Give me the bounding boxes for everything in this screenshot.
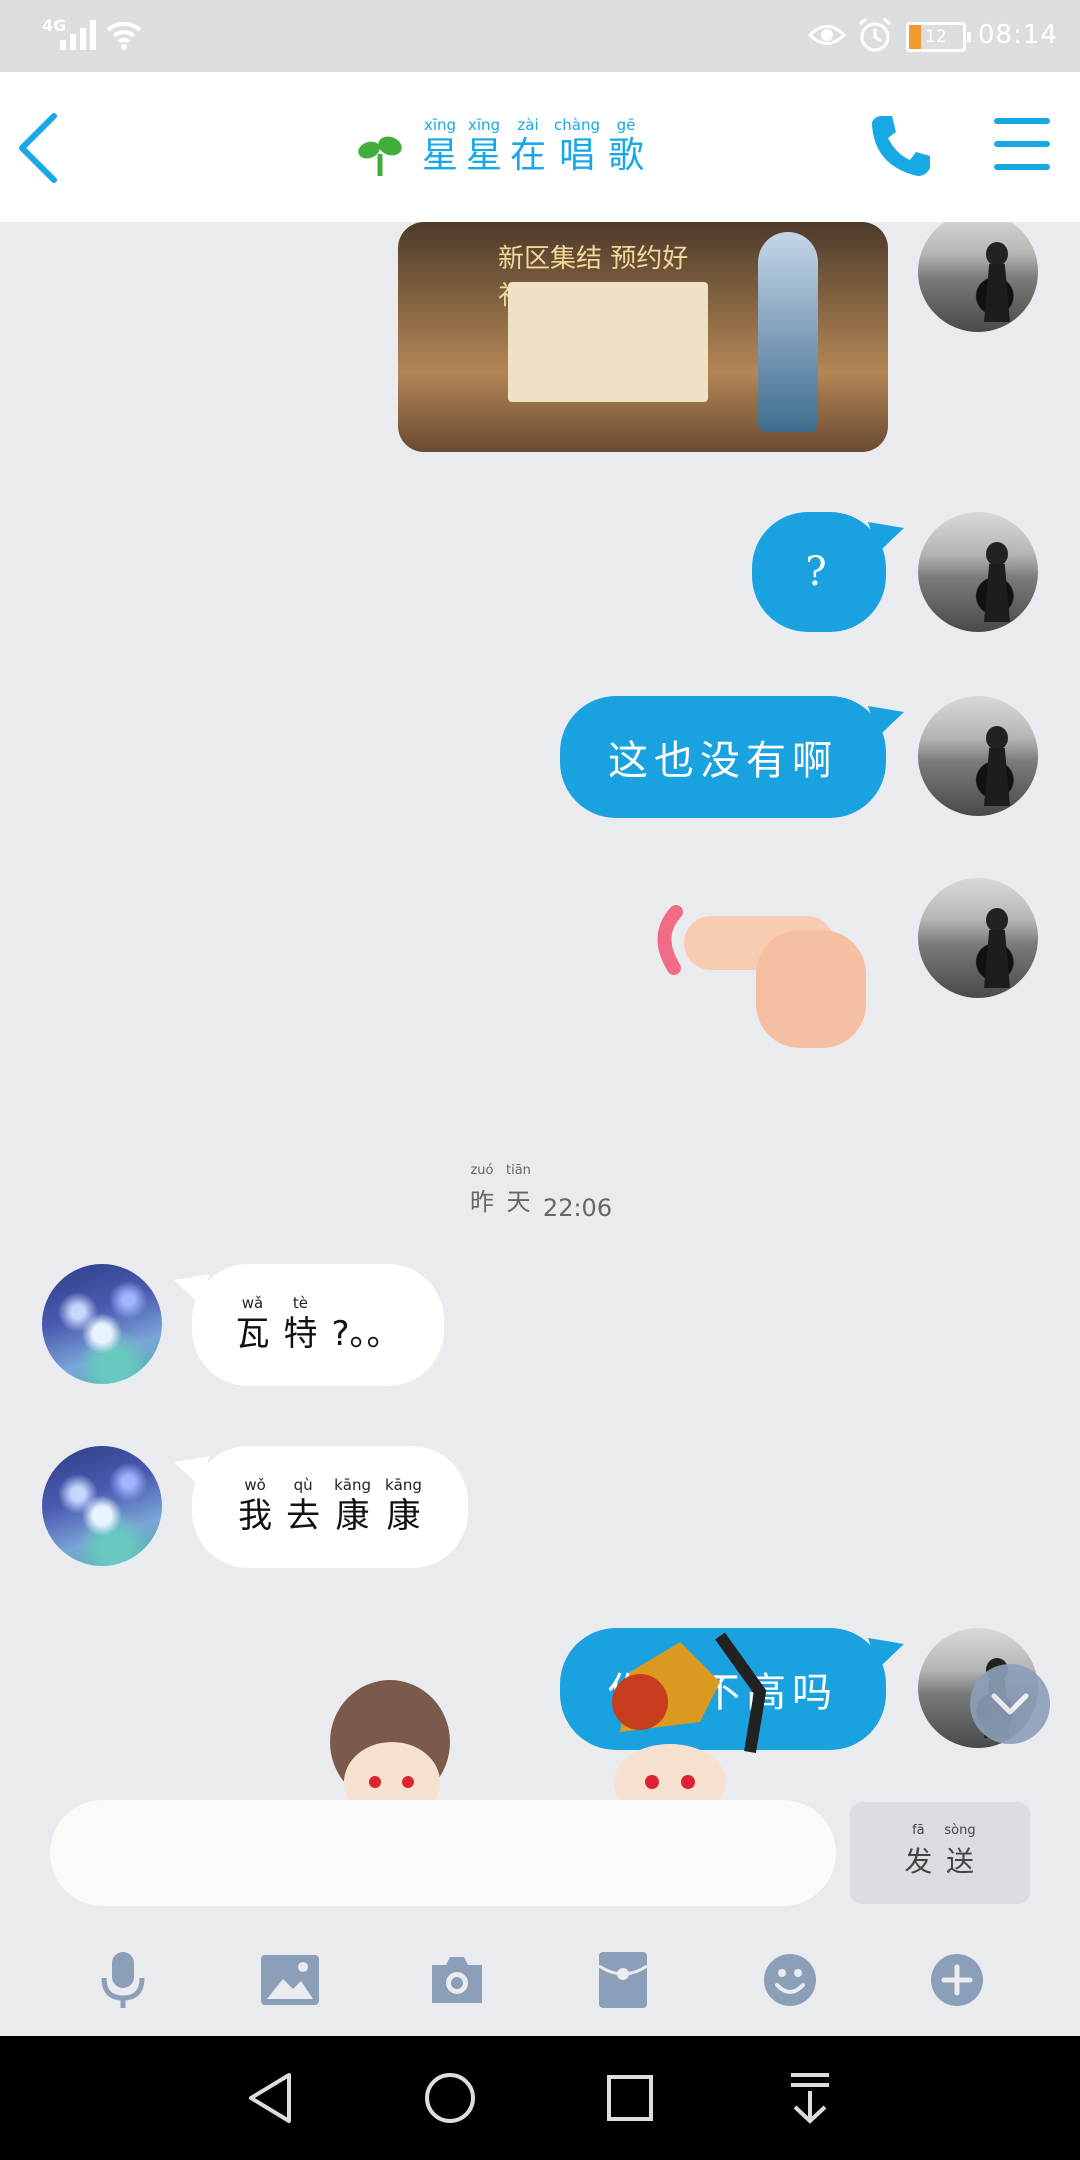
pointing-hand-sticker[interactable] [650, 900, 870, 1050]
message-input[interactable] [50, 1800, 836, 1906]
chevron-down-icon [991, 1693, 1029, 1715]
phone-icon[interactable] [866, 110, 936, 180]
eye-icon [808, 25, 846, 45]
menu-icon[interactable] [994, 118, 1050, 170]
message-bubble-out[interactable]: ? [752, 512, 886, 632]
camera-button[interactable] [427, 1950, 487, 2010]
battery-level: 12 [925, 27, 947, 47]
clock: 08:14 [978, 20, 1058, 50]
battery-icon: 12 [906, 22, 971, 52]
send-button[interactable]: fā 发 sòng 送 [850, 1802, 1030, 1904]
message-bubble-in[interactable]: wǎ 瓦 tè 特 ?。。 [192, 1264, 444, 1386]
message-text: ? [805, 549, 833, 595]
red-packet-button[interactable] [593, 1950, 653, 2010]
avatar[interactable] [918, 878, 1038, 998]
pull-down-icon [791, 2073, 829, 2124]
nav-back-button[interactable] [240, 2068, 300, 2128]
nav-recents-button[interactable] [600, 2068, 660, 2128]
chibi-sticker[interactable] [300, 1632, 840, 1800]
avatar[interactable] [918, 512, 1038, 632]
contact-name: xīng 星 xīng 星 zài 在 chàng 唱 gē 歌 [422, 116, 645, 176]
sprout-icon [358, 136, 402, 176]
image-button[interactable] [260, 1950, 320, 2010]
status-bar: 4G 12 08:14 [0, 0, 1080, 72]
image-icon [260, 1955, 319, 2005]
triangle-back-icon [249, 2073, 291, 2123]
avatar[interactable] [42, 1264, 162, 1384]
chat-header: xīng 星 xīng 星 zài 在 chàng 唱 gē 歌 [0, 72, 1080, 222]
composer: fā 发 sòng 送 [0, 1800, 1080, 1910]
message-bubble-in[interactable]: wǒ 我 qù 去 kāng 康 kāng 康 [192, 1446, 468, 1568]
scroll-to-bottom-button[interactable] [970, 1664, 1050, 1744]
alarm-icon [859, 17, 891, 52]
avatar[interactable] [42, 1446, 162, 1566]
avatar[interactable] [918, 222, 1038, 332]
red-packet-icon [599, 1952, 648, 2008]
camera-icon [431, 1957, 482, 2003]
square-recents-icon [607, 2075, 653, 2121]
wifi-icon [106, 21, 142, 50]
message-bubble-out[interactable]: 这也没有啊 [560, 696, 886, 818]
microphone-icon [101, 1952, 145, 2008]
message-text: 这也没有啊 [608, 738, 838, 784]
chat-area[interactable]: 新区集结 预约好礼 ? 这也没有啊 zuó昨 tiān天 22:06 wǎ瓦 t… [0, 222, 1080, 1800]
timestamp-time: 22:06 [542, 1194, 613, 1222]
more-button[interactable] [927, 1950, 987, 2010]
page-title: xīng 星 xīng 星 zài 在 chàng 唱 gē 歌 [356, 116, 644, 178]
signal-icon [60, 16, 96, 50]
image-message[interactable]: 新区集结 预约好礼 [398, 222, 888, 452]
circle-home-icon [425, 2073, 475, 2123]
voice-button[interactable] [93, 1950, 153, 2010]
emoji-icon [763, 1954, 816, 2006]
composer-toolbar [0, 1924, 1080, 2036]
message-text: ?。。 [331, 1314, 401, 1354]
timestamp: zuó 昨 tiān 天 22:06 [470, 1163, 613, 1222]
nav-home-button[interactable] [420, 2068, 480, 2128]
emoji-button[interactable] [760, 1950, 820, 2010]
system-nav-bar [0, 2036, 1080, 2160]
back-icon[interactable] [10, 108, 70, 188]
avatar[interactable] [918, 696, 1038, 816]
image-character [758, 232, 818, 432]
nav-notification-button[interactable] [780, 2068, 840, 2128]
plus-icon [930, 1954, 983, 2006]
image-banner-text: 新区集结 预约好礼 [498, 244, 689, 311]
image-panel [508, 282, 708, 402]
